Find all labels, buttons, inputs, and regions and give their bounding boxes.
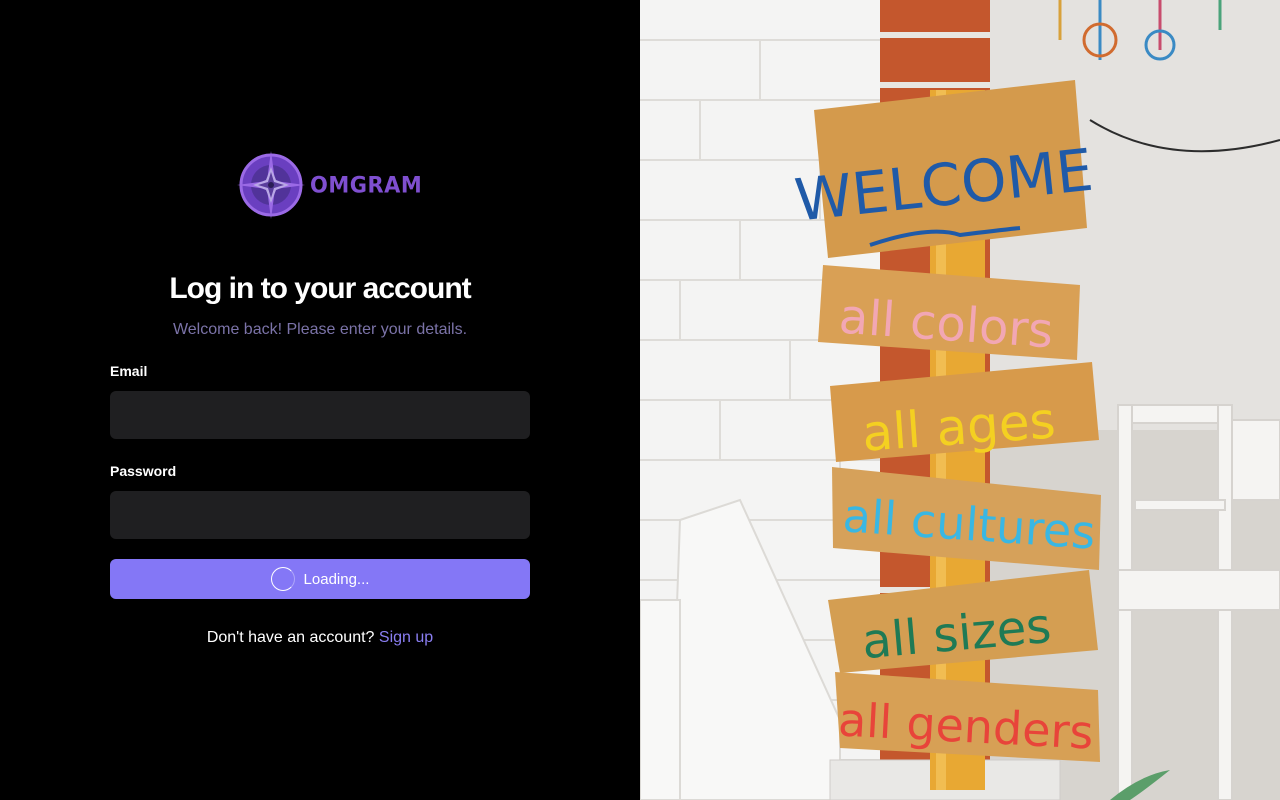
password-label: Password (110, 463, 177, 479)
page-subtitle: Welcome back! Please enter your details. (172, 321, 468, 338)
login-button-label: Loading... (303, 570, 370, 588)
login-panel: OMGRAM Log in to your account Welcome ba… (0, 0, 640, 800)
brand-name: OMGRAM (310, 172, 423, 198)
hero-image: WELCOME all colors all ages all cultures… (640, 0, 1280, 800)
email-label: Email (110, 363, 148, 379)
signup-prompt-text: Don't have an account? (206, 629, 375, 646)
loading-spinner-icon (270, 567, 295, 591)
brand-logo: OMGRAM (236, 150, 422, 220)
welcome-signpost-photo: WELCOME all colors all ages all cultures… (640, 0, 1280, 800)
compass-star-icon (237, 151, 305, 219)
signup-link[interactable]: Sign up (379, 629, 433, 646)
page-title: Log in to your account (169, 272, 471, 305)
signup-prompt: Don't have an account? Sign up (0, 629, 640, 647)
password-field[interactable] (110, 491, 530, 539)
login-page: OMGRAM Log in to your account Welcome ba… (0, 0, 1280, 800)
email-field[interactable] (110, 391, 530, 439)
login-button[interactable]: Loading... (110, 559, 530, 599)
